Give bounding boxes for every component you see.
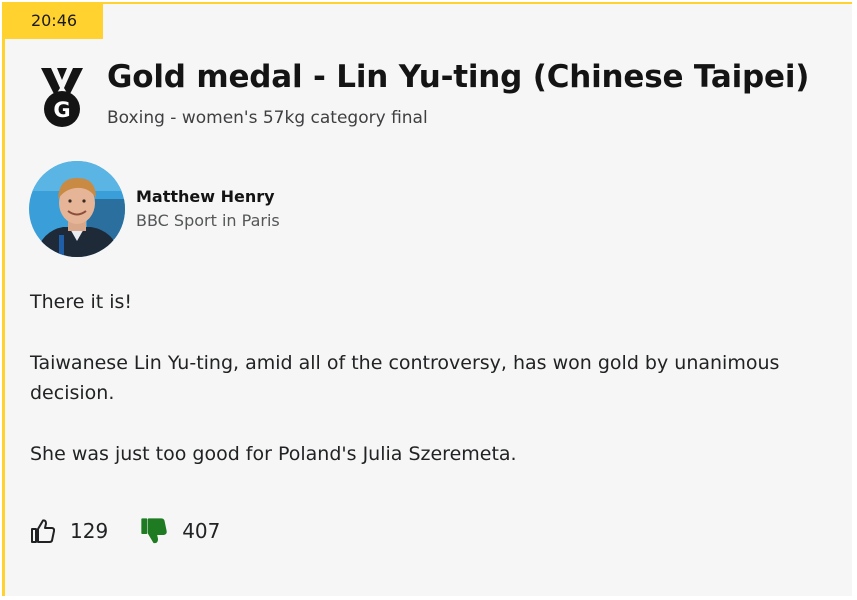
- like-button[interactable]: 129: [30, 518, 108, 544]
- thumbs-down-icon: [141, 518, 167, 544]
- post-subtitle: Boxing - women's 57kg category final: [107, 108, 428, 128]
- timestamp-badge: 20:46: [5, 2, 103, 39]
- body-paragraph: She was just too good for Poland's Julia…: [30, 443, 517, 465]
- like-count: 129: [70, 519, 109, 543]
- author-avatar: [29, 161, 125, 257]
- thumbs-up-icon: [31, 519, 56, 543]
- body-paragraph: Taiwanese Lin Yu-ting, amid all of the c…: [30, 352, 780, 404]
- post-body: There it is! Taiwanese Lin Yu-ting, amid…: [30, 287, 790, 500]
- medal-letter: G: [53, 98, 70, 122]
- body-paragraph: There it is!: [30, 291, 133, 313]
- live-post-card: 20:46 G Gold medal - Lin Yu-ting (Chines…: [2, 2, 852, 596]
- post-title: Gold medal - Lin Yu-ting (Chinese Taipei…: [107, 59, 810, 95]
- author-role: BBC Sport in Paris: [136, 211, 280, 230]
- gold-medal-icon: G: [38, 66, 86, 130]
- author-name: Matthew Henry: [136, 187, 275, 206]
- reaction-bar: 129 407: [30, 517, 252, 545]
- dislike-count: 407: [182, 519, 221, 543]
- dislike-button[interactable]: 407: [140, 517, 220, 545]
